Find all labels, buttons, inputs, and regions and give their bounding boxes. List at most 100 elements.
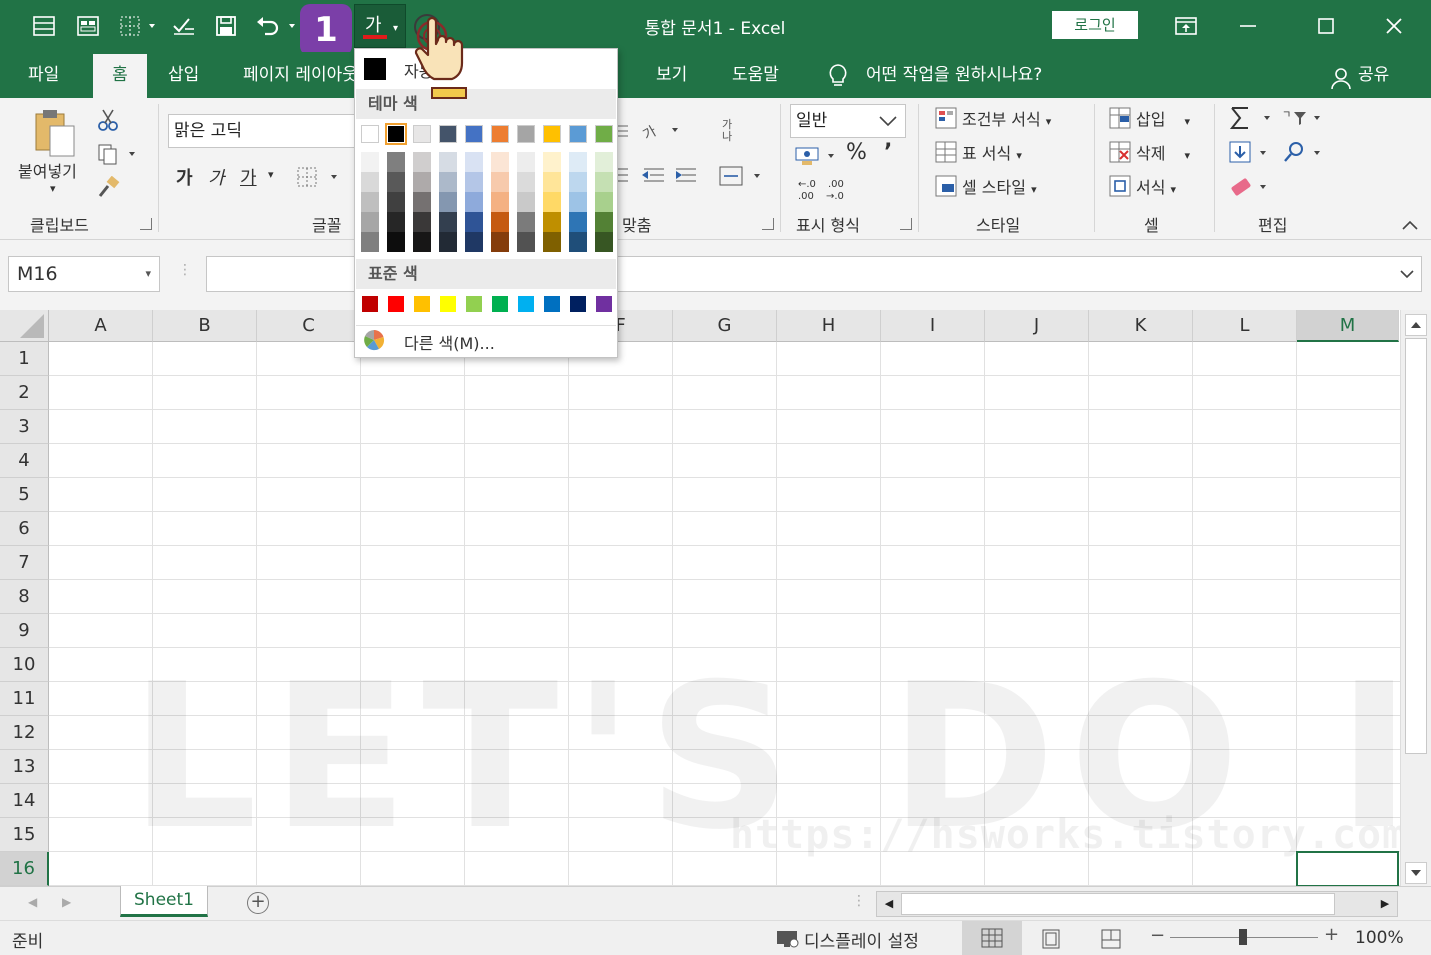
dialog-launcher-icon[interactable] [900, 218, 912, 230]
scroll-sheets-right-icon[interactable]: ▶ [62, 895, 71, 909]
autosum-icon[interactable] [1228, 104, 1278, 136]
row-header-9[interactable]: 9 [0, 614, 49, 648]
horizontal-scrollbar[interactable]: ◀ ▶ [876, 891, 1398, 917]
cell-styles-button[interactable]: 셀 스타일 ▾ [962, 174, 1037, 198]
form-icon[interactable] [28, 10, 60, 42]
row-header-14[interactable]: 14 [0, 784, 49, 818]
theme-shade-swatch[interactable] [465, 212, 483, 232]
undo-icon[interactable] [252, 10, 298, 42]
scroll-sheets-left-icon[interactable]: ◀ [28, 895, 37, 909]
row-header-13[interactable]: 13 [0, 750, 49, 784]
theme-color-swatch[interactable] [465, 125, 483, 143]
theme-color-swatch[interactable] [361, 125, 379, 143]
zoom-out-button[interactable]: − [1150, 925, 1165, 946]
paste-icon[interactable] [30, 108, 78, 162]
theme-shade-swatch[interactable] [543, 212, 561, 232]
format-painter-icon[interactable] [96, 175, 122, 204]
theme-shade-swatch[interactable] [543, 232, 561, 252]
chevron-down-icon[interactable]: ▾ [268, 168, 274, 181]
share-button[interactable]: 공유 [1358, 62, 1389, 92]
theme-shade-swatch[interactable] [439, 232, 457, 252]
italic-button[interactable]: 가 [208, 164, 225, 190]
row-header-4[interactable]: 4 [0, 444, 49, 478]
close-icon[interactable] [1378, 10, 1410, 42]
chevron-down-icon[interactable]: ▾ [50, 182, 56, 195]
theme-shade-swatch[interactable] [517, 192, 535, 212]
percent-style-button[interactable]: % [846, 140, 867, 165]
standard-color-swatch[interactable] [387, 295, 405, 313]
tell-me-search[interactable]: 어떤 작업을 원하시나요? [866, 62, 1042, 92]
number-format-select[interactable]: 일반 [790, 104, 906, 138]
worksheet-grid[interactable]: ABCDEFGHIJKLM 12345678910111213141516 LE… [0, 310, 1400, 886]
theme-shade-swatch[interactable] [439, 172, 457, 192]
format-cells-button[interactable]: 서식 ▾ [1136, 174, 1176, 198]
borders-icon[interactable] [114, 10, 160, 42]
standard-color-swatch[interactable] [543, 295, 561, 313]
theme-shade-swatch[interactable] [387, 172, 405, 192]
theme-shade-swatch[interactable] [439, 192, 457, 212]
theme-color-swatch[interactable] [413, 125, 431, 143]
tab-view[interactable]: 보기 [656, 62, 687, 92]
theme-shade-swatch[interactable] [569, 212, 587, 232]
theme-shade-swatch[interactable] [465, 172, 483, 192]
select-all-button[interactable] [0, 310, 49, 342]
tab-page-layout[interactable]: 페이지 레이아웃 [243, 62, 355, 92]
row-header-2[interactable]: 2 [0, 376, 49, 410]
zoom-slider-thumb[interactable] [1239, 929, 1247, 945]
drag-handle-icon[interactable]: ⋮ [178, 262, 192, 278]
login-button[interactable]: 로그인 [1052, 11, 1138, 39]
theme-shade-swatch[interactable] [517, 152, 535, 172]
column-header-i[interactable]: I [881, 310, 985, 342]
theme-shade-swatch[interactable] [361, 212, 379, 232]
wrap-text-icon[interactable]: 가나 [720, 116, 744, 146]
theme-color-swatch[interactable] [595, 125, 613, 143]
insert-cells-button[interactable]: 삽입 ▾ [1136, 106, 1190, 130]
scroll-thumb[interactable] [1405, 338, 1427, 754]
tab-help[interactable]: 도움말 [732, 62, 779, 92]
theme-shade-swatch[interactable] [413, 152, 431, 172]
name-box[interactable]: M16 ▾ [8, 256, 160, 292]
theme-color-swatch[interactable] [439, 125, 457, 143]
add-sheet-icon[interactable]: + [247, 892, 269, 914]
theme-shade-swatch[interactable] [491, 232, 509, 252]
theme-shade-swatch[interactable] [413, 192, 431, 212]
theme-shade-swatch[interactable] [543, 172, 561, 192]
theme-shade-swatch[interactable] [517, 172, 535, 192]
theme-shade-swatch[interactable] [491, 212, 509, 232]
row-header-15[interactable]: 15 [0, 818, 49, 852]
row-header-1[interactable]: 1 [0, 342, 49, 376]
theme-shade-swatch[interactable] [569, 232, 587, 252]
theme-color-swatch[interactable] [543, 125, 561, 143]
ribbon-display-options-icon[interactable] [1170, 10, 1202, 42]
accounting-format-icon[interactable] [794, 144, 838, 172]
theme-shade-swatch[interactable] [465, 232, 483, 252]
standard-color-swatch[interactable] [569, 295, 587, 313]
theme-shade-swatch[interactable] [439, 152, 457, 172]
sort-filter-icon[interactable]: ㄱ [1282, 106, 1326, 134]
theme-shade-swatch[interactable] [465, 152, 483, 172]
theme-shade-swatch[interactable] [465, 192, 483, 212]
theme-shade-swatch[interactable] [595, 192, 613, 212]
copy-icon[interactable] [96, 142, 136, 170]
minimize-icon[interactable] [1232, 10, 1264, 42]
theme-shade-swatch[interactable] [595, 232, 613, 252]
page-break-view-icon[interactable] [1100, 928, 1122, 955]
standard-color-swatch[interactable] [413, 295, 431, 313]
theme-shade-swatch[interactable] [387, 152, 405, 172]
row-header-5[interactable]: 5 [0, 478, 49, 512]
theme-shade-swatch[interactable] [413, 212, 431, 232]
find-select-icon[interactable] [1282, 140, 1326, 170]
theme-shade-swatch[interactable] [361, 232, 379, 252]
row-header-11[interactable]: 11 [0, 682, 49, 716]
theme-shade-swatch[interactable] [543, 192, 561, 212]
theme-shade-swatch[interactable] [543, 152, 561, 172]
column-header-b[interactable]: B [153, 310, 257, 342]
dialog-launcher-icon[interactable] [140, 218, 152, 230]
theme-shade-swatch[interactable] [569, 172, 587, 192]
column-header-a[interactable]: A [49, 310, 153, 342]
theme-shade-swatch[interactable] [491, 152, 509, 172]
page-layout-view-icon[interactable] [1040, 928, 1062, 955]
theme-shade-swatch[interactable] [387, 192, 405, 212]
column-header-k[interactable]: K [1089, 310, 1193, 342]
collapse-ribbon-icon[interactable] [1400, 218, 1420, 236]
